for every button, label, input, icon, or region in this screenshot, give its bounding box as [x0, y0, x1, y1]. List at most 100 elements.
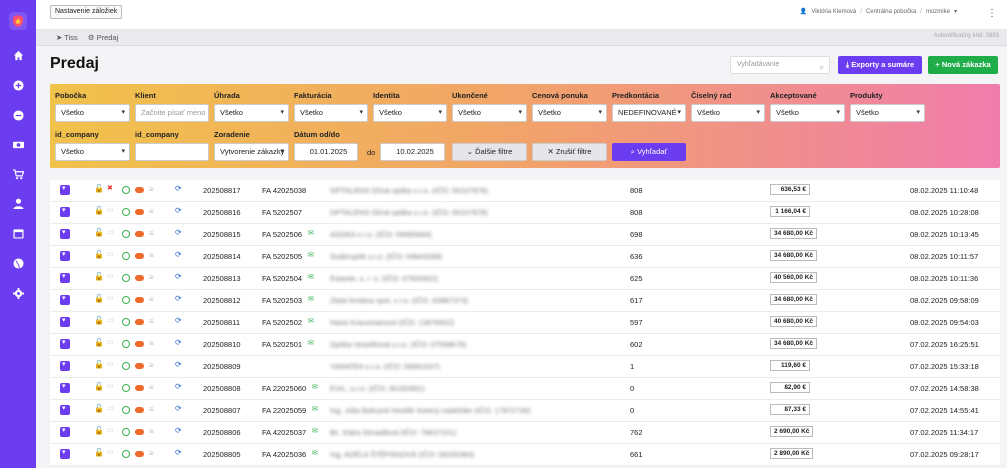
invoice-number[interactable]: FA 42025036: [262, 450, 306, 459]
date-to-input[interactable]: 10.02.2025: [380, 143, 445, 161]
lock-icon[interactable]: 🔓: [94, 404, 104, 413]
customer-name[interactable]: Zlatá fontána spol. s r.o. (IČO: 6388737…: [330, 296, 468, 305]
filter-ukoncene-select[interactable]: Všetko ▾: [452, 104, 527, 122]
row-menu-button[interactable]: [60, 294, 70, 305]
new-order-button[interactable]: + Nová zákazka: [928, 56, 998, 74]
sync-icon[interactable]: ⟳: [175, 294, 182, 303]
customer-name[interactable]: ADDEA s.r.o. (IČO: 09665684): [330, 230, 432, 239]
sync-icon[interactable]: ⟳: [175, 272, 182, 281]
filter-fakturacia-select[interactable]: Všetko ▾: [294, 104, 368, 122]
order-number[interactable]: 202508811: [203, 318, 240, 327]
status-circle-icon[interactable]: [122, 428, 130, 436]
stack-icon[interactable]: ≡: [149, 339, 154, 348]
flag-icon[interactable]: ▭: [107, 272, 114, 280]
status-pill-icon[interactable]: [135, 451, 144, 457]
customer-name[interactable]: Suderoptik s.r.o. (IČO: 09643288): [330, 252, 442, 261]
minus-circle-icon[interactable]: [12, 109, 24, 121]
sync-icon[interactable]: ⟳: [175, 382, 182, 391]
order-number[interactable]: 202508816: [203, 208, 241, 217]
date-from-input[interactable]: 01.01.2025: [294, 143, 358, 161]
more-options-icon[interactable]: ⋮: [987, 8, 997, 19]
filter-produkty-select[interactable]: Všetko ▾: [850, 104, 925, 122]
status-circle-icon[interactable]: [122, 450, 130, 458]
status-pill-icon[interactable]: [135, 231, 144, 237]
status-pill-icon[interactable]: [135, 253, 144, 259]
breadcrumb-item-predaj[interactable]: ⚙ Predaj: [88, 33, 119, 42]
table-row[interactable]: 🔓▭ ≡ ⟳ 202508812 FA 5202503 ✉ Zlatá fontána sp…: [50, 290, 1000, 312]
flag-icon[interactable]: ▭: [107, 360, 114, 368]
lock-icon[interactable]: 🔓: [94, 338, 104, 347]
money-icon[interactable]: [12, 138, 24, 150]
table-row[interactable]: 🔓▭ ≡ ⟳ 202508810 FA 5202501 ✉ Optika Veselíkov…: [50, 334, 1000, 356]
status-circle-icon[interactable]: [122, 384, 130, 392]
filter-pobocka-select[interactable]: Všetko ▾: [55, 104, 130, 122]
row-menu-button[interactable]: [60, 250, 70, 261]
flag-icon[interactable]: ▭: [107, 404, 114, 412]
row-menu-button[interactable]: [60, 228, 70, 239]
status-circle-icon[interactable]: [122, 230, 130, 238]
stack-icon[interactable]: ≡: [149, 383, 154, 392]
invoice-number[interactable]: FA 5202503: [262, 296, 302, 305]
breadcrumb-item-tiss[interactable]: ➤ Tiss: [56, 33, 78, 42]
cart-icon[interactable]: [12, 168, 24, 180]
mail-icon[interactable]: ✉: [312, 449, 318, 457]
row-menu-button[interactable]: [60, 382, 70, 393]
flag-icon[interactable]: ▭: [107, 316, 114, 324]
filter-ciselny-select[interactable]: Všetko ▾: [691, 104, 765, 122]
filter-klient-input[interactable]: Začnite písať meno: [135, 104, 209, 122]
lock-icon[interactable]: 🔓: [94, 250, 104, 259]
table-row[interactable]: 🔓▭ ≡ ⟳ 202508809 YARATEA s.r.o. (IČO: 068916…: [50, 356, 1000, 378]
order-number[interactable]: 202508813: [203, 274, 241, 283]
stack-icon[interactable]: ≡: [149, 449, 154, 458]
row-menu-button[interactable]: [60, 184, 70, 195]
flag-icon[interactable]: ▭: [107, 382, 114, 390]
status-pill-icon[interactable]: [135, 297, 144, 303]
status-circle-icon[interactable]: [122, 296, 130, 304]
filter-idcompany-input[interactable]: [135, 143, 209, 161]
stack-icon[interactable]: ≡: [149, 317, 154, 326]
order-number[interactable]: 202508805: [203, 450, 241, 459]
customer-name[interactable]: EVIL, s.r.o. (IČO: 36182891): [330, 384, 425, 393]
invoice-number[interactable]: FA 5202501: [262, 340, 302, 349]
export-button[interactable]: ⤓ Exporty a sumáre: [838, 56, 922, 74]
lock-icon[interactable]: 🔓: [94, 382, 104, 391]
status-pill-icon[interactable]: [135, 275, 144, 281]
stack-icon[interactable]: ≡: [149, 185, 154, 194]
flag-icon[interactable]: ▭: [107, 294, 114, 302]
order-number[interactable]: 202508812: [203, 296, 241, 305]
search-input[interactable]: Vyhľadávanie ⌕: [730, 56, 830, 74]
order-number[interactable]: 202508815: [203, 230, 241, 239]
invoice-number[interactable]: FA 5202502: [262, 318, 302, 327]
sync-icon[interactable]: ⟳: [175, 228, 182, 237]
cancel-filters-button[interactable]: ✕ Zrušiť filtre: [532, 143, 607, 161]
customer-name[interactable]: OPTALENS Očná optika s.r.o. (IČO: 001078…: [330, 186, 488, 195]
lock-icon[interactable]: 🔓: [94, 228, 104, 237]
sync-icon[interactable]: ⟳: [175, 404, 182, 413]
table-row[interactable]: 🔓✖ ≡ ⟳ 202508817 FA 42025038 OPTALENS Očná op…: [50, 180, 1000, 202]
row-menu-button[interactable]: [60, 448, 70, 459]
lock-icon[interactable]: 🔓: [94, 206, 104, 215]
calendar-icon[interactable]: [12, 227, 24, 239]
lock-icon[interactable]: 🔓: [94, 316, 104, 325]
table-row[interactable]: 🔓▭ ≡ ⟳ 202508811 FA 5202502 ✉ Hana Krausmanová…: [50, 312, 1000, 334]
filter-predkontacia-select[interactable]: NEDEFINOVANÉ ▾: [612, 104, 686, 122]
flag-icon[interactable]: ✖: [107, 184, 113, 192]
flag-icon[interactable]: ▭: [107, 338, 114, 346]
row-menu-button[interactable]: [60, 316, 70, 327]
status-circle-icon[interactable]: [122, 340, 130, 348]
status-circle-icon[interactable]: [122, 362, 130, 370]
status-pill-icon[interactable]: [135, 341, 144, 347]
home-icon[interactable]: [12, 49, 24, 61]
table-row[interactable]: 🔓▭ ≡ ⟳ 202508806 FA 42025037 ✉ Bc. Klára Strna…: [50, 422, 1000, 444]
lock-icon[interactable]: 🔓: [94, 360, 104, 369]
flag-icon[interactable]: ▭: [107, 228, 114, 236]
search-button[interactable]: ⌕ Vyhľadať: [612, 143, 686, 161]
user-icon[interactable]: [12, 197, 24, 209]
stack-icon[interactable]: ≡: [149, 405, 154, 414]
gear-icon[interactable]: [12, 287, 24, 299]
stack-icon[interactable]: ≡: [149, 273, 154, 282]
order-number[interactable]: 202508808: [203, 384, 241, 393]
sync-icon[interactable]: ⟳: [175, 448, 182, 457]
order-number[interactable]: 202508806: [203, 428, 241, 437]
order-number[interactable]: 202508817: [203, 186, 241, 195]
